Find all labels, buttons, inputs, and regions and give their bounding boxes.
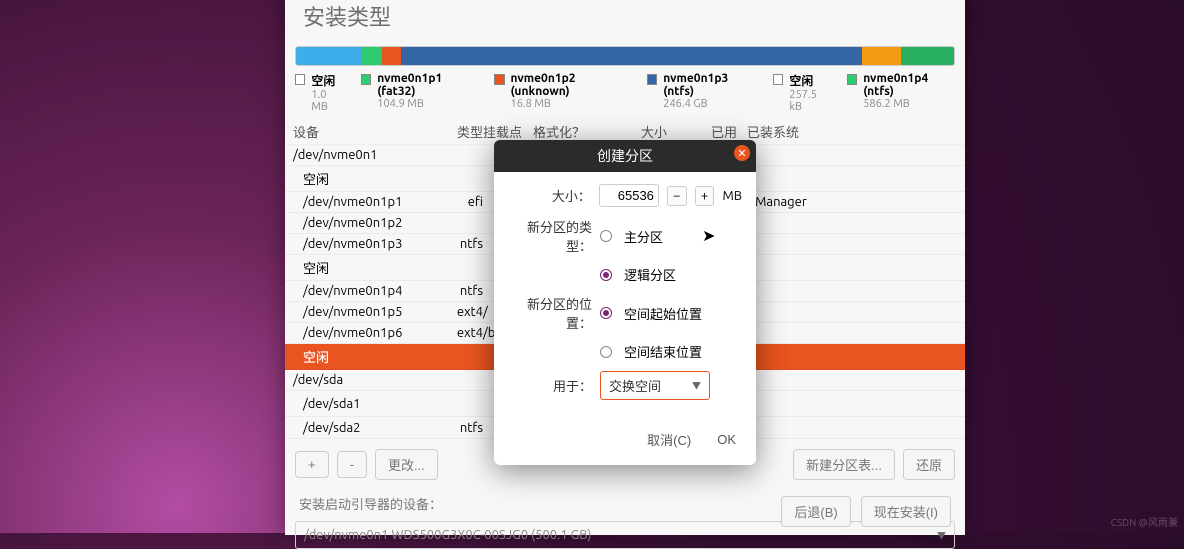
- use-value: 交换空间: [609, 376, 661, 395]
- install-now-button[interactable]: 现在安装(I): [861, 496, 951, 527]
- ok-button[interactable]: OK: [711, 426, 742, 453]
- legend-swatch: [847, 74, 857, 85]
- remove-partition-button[interactable]: -: [337, 451, 367, 478]
- hdr-mount: 挂载点: [483, 122, 531, 141]
- change-partition-button[interactable]: 更改...: [375, 449, 438, 480]
- type-label: 新分区的类型：: [508, 217, 592, 255]
- legend-item: nvme0n1p3 (ntfs)246.4 GB: [647, 72, 755, 110]
- use-label: 用于：: [508, 376, 592, 395]
- radio-primary[interactable]: [600, 230, 612, 242]
- nav-buttons: 后退(B) 现在安装(I): [781, 496, 951, 527]
- hdr-system: 已装系统: [737, 122, 837, 141]
- radio-logical[interactable]: [600, 269, 612, 281]
- hdr-device: 设备: [293, 122, 443, 141]
- legend-swatch: [773, 74, 783, 85]
- legend-item: nvme0n1p4 (ntfs)586.2 MB: [847, 72, 955, 110]
- legend-swatch: [494, 74, 504, 85]
- chevron-down-icon: ▼: [692, 379, 701, 392]
- legend-swatch: [647, 74, 657, 85]
- add-partition-button[interactable]: +: [295, 451, 329, 478]
- opt-logical: 逻辑分区: [624, 265, 676, 284]
- partition-bar: [295, 46, 955, 66]
- back-button[interactable]: 后退(B): [781, 496, 850, 527]
- hdr-size: 大小: [587, 122, 667, 141]
- radio-begin[interactable]: [600, 307, 612, 319]
- create-partition-dialog: 创建分区 ✕ 大小： − + MB 新分区的类型： 主分区 逻辑分区 新分区的位…: [494, 140, 756, 465]
- size-input[interactable]: [599, 184, 659, 207]
- hdr-format: 格式化？: [531, 122, 587, 141]
- location-label: 新分区的位置：: [508, 294, 592, 332]
- size-label: 大小：: [508, 186, 591, 205]
- dialog-title: 创建分区 ✕: [494, 140, 756, 172]
- revert-button[interactable]: 还原: [903, 449, 955, 480]
- opt-primary: 主分区: [624, 227, 663, 246]
- legend-item: nvme0n1p1 (fat32)104.9 MB: [361, 72, 476, 110]
- partition-legend: 空闲1.0 MB nvme0n1p1 (fat32)104.9 MB nvme0n1…: [285, 68, 965, 119]
- cancel-button[interactable]: 取消(C): [641, 426, 697, 453]
- new-table-button[interactable]: 新建分区表...: [793, 449, 895, 480]
- spin-minus-button[interactable]: −: [667, 186, 687, 206]
- legend-item: 空闲1.0 MB: [295, 72, 343, 113]
- opt-begin: 空间起始位置: [624, 304, 702, 323]
- close-icon[interactable]: ✕: [734, 145, 750, 161]
- use-select[interactable]: 交换空间 ▼: [600, 371, 710, 400]
- size-unit: MB: [722, 189, 742, 203]
- legend-item: nvme0n1p2 (unknown)16.8 MB: [494, 72, 629, 110]
- radio-end[interactable]: [600, 346, 612, 358]
- hdr-used: 已用: [667, 122, 737, 141]
- opt-end: 空间结束位置: [624, 342, 702, 361]
- legend-swatch: [361, 74, 371, 85]
- legend-swatch: [295, 74, 305, 85]
- chevron-down-icon: ▼: [937, 529, 946, 542]
- watermark: CSDN @风雨兼: [1111, 514, 1178, 529]
- spin-plus-button[interactable]: +: [695, 186, 715, 206]
- bootloader-value: /dev/nvme0n1 WDS500G3X0C-00SJG0 (500.1 G…: [304, 528, 591, 542]
- hdr-type: 类型: [443, 122, 483, 141]
- page-title: 安装类型: [285, 0, 965, 40]
- legend-item: 空闲257.5 kB: [773, 72, 829, 113]
